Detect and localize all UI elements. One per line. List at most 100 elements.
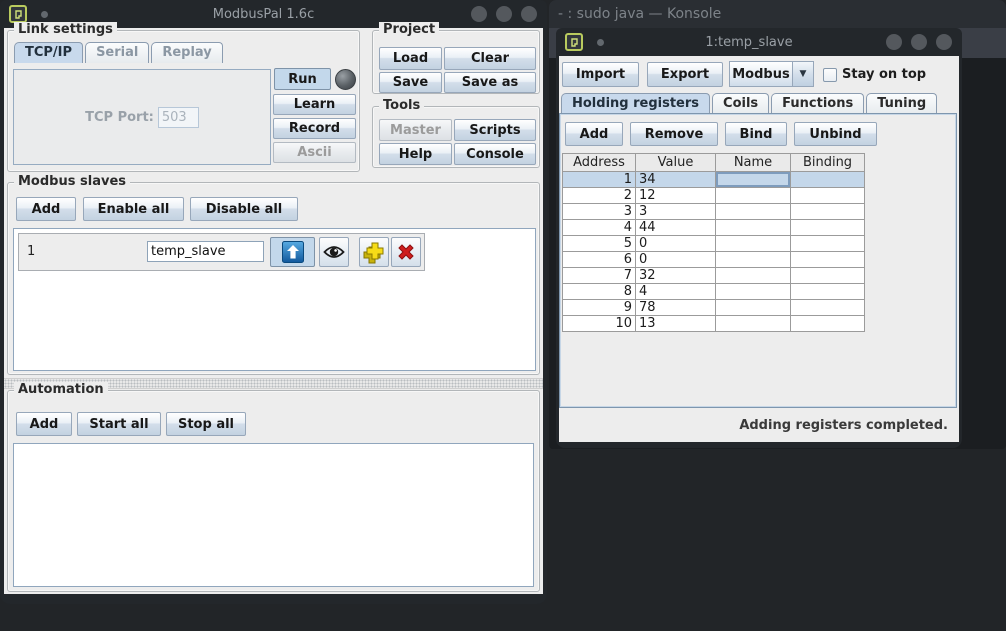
disable-all-button[interactable]: Disable all	[190, 197, 298, 221]
register-add-button[interactable]: Add	[565, 122, 623, 146]
close-button[interactable]	[521, 6, 537, 22]
cell-name[interactable]	[716, 172, 791, 188]
cell-value[interactable]: 78	[636, 300, 716, 316]
save-as-button[interactable]: Save as	[444, 72, 536, 93]
cell-binding[interactable]	[791, 300, 865, 316]
table-row[interactable]: 8 4	[563, 284, 865, 300]
cell-binding[interactable]	[791, 284, 865, 300]
temp-slave-titlebar[interactable]: 1:temp_slave	[556, 28, 962, 56]
slave-enable-toggle[interactable]	[270, 237, 315, 267]
run-toggle-button[interactable]: Run	[274, 68, 331, 90]
cell-name[interactable]	[716, 236, 791, 252]
learn-button[interactable]: Learn	[273, 94, 356, 115]
tab-tcpip[interactable]: TCP/IP	[14, 42, 83, 63]
record-button[interactable]: Record	[273, 118, 356, 139]
slave-row[interactable]: 1	[18, 233, 425, 271]
column-header-value[interactable]: Value	[636, 154, 716, 172]
table-row[interactable]: 7 32	[563, 268, 865, 284]
cell-value[interactable]: 0	[636, 252, 716, 268]
table-row[interactable]: 1 34	[563, 172, 865, 188]
cell-value[interactable]: 44	[636, 220, 716, 236]
cell-value[interactable]: 3	[636, 204, 716, 220]
save-button[interactable]: Save	[379, 72, 442, 93]
register-unbind-button[interactable]: Unbind	[794, 122, 877, 146]
tab-functions[interactable]: Functions	[771, 93, 864, 114]
clear-button[interactable]: Clear	[444, 47, 536, 70]
cell-address[interactable]: 7	[563, 268, 636, 284]
cell-value[interactable]: 32	[636, 268, 716, 284]
stop-all-button[interactable]: Stop all	[166, 412, 246, 436]
register-remove-button[interactable]: Remove	[630, 122, 718, 146]
chevron-down-icon[interactable]: ▼	[793, 61, 814, 87]
tcp-port-field[interactable]	[158, 107, 199, 128]
cell-binding[interactable]	[791, 316, 865, 332]
cell-binding[interactable]	[791, 204, 865, 220]
tab-replay[interactable]: Replay	[151, 42, 222, 63]
cell-value[interactable]: 0	[636, 236, 716, 252]
tab-serial[interactable]: Serial	[85, 42, 149, 63]
java-app-icon[interactable]	[9, 5, 27, 23]
table-row[interactable]: 3 3	[563, 204, 865, 220]
slaves-add-button[interactable]: Add	[16, 197, 76, 221]
column-header-binding[interactable]: Binding	[791, 154, 865, 172]
column-header-address[interactable]: Address	[563, 154, 636, 172]
cell-name[interactable]	[716, 220, 791, 236]
cell-address[interactable]: 8	[563, 284, 636, 300]
cell-value[interactable]: 34	[636, 172, 716, 188]
cell-name[interactable]	[716, 252, 791, 268]
tab-holding-registers[interactable]: Holding registers	[561, 93, 710, 114]
maximize-button[interactable]	[911, 34, 927, 50]
cell-name[interactable]	[716, 300, 791, 316]
cell-address[interactable]: 10	[563, 316, 636, 332]
table-row[interactable]: 4 44	[563, 220, 865, 236]
register-bind-button[interactable]: Bind	[725, 122, 787, 146]
cell-value[interactable]: 13	[636, 316, 716, 332]
slave-view-button[interactable]	[319, 237, 349, 267]
table-row[interactable]: 9 78	[563, 300, 865, 316]
export-button[interactable]: Export	[647, 62, 723, 87]
cell-address[interactable]: 3	[563, 204, 636, 220]
cell-binding[interactable]	[791, 172, 865, 188]
table-row[interactable]: 6 0	[563, 252, 865, 268]
cell-binding[interactable]	[791, 236, 865, 252]
enable-all-button[interactable]: Enable all	[83, 197, 184, 221]
cell-binding[interactable]	[791, 188, 865, 204]
cell-value[interactable]: 12	[636, 188, 716, 204]
stay-on-top-checkbox[interactable]	[823, 68, 837, 82]
table-row[interactable]: 10 13	[563, 316, 865, 332]
tab-coils[interactable]: Coils	[712, 93, 769, 114]
slave-duplicate-button[interactable]	[359, 237, 389, 267]
cell-name[interactable]	[716, 188, 791, 204]
minimize-button[interactable]	[886, 34, 902, 50]
cell-value[interactable]: 4	[636, 284, 716, 300]
cell-address[interactable]: 5	[563, 236, 636, 252]
protocol-combobox[interactable]: Modbus ▼	[729, 61, 814, 87]
cell-name[interactable]	[716, 284, 791, 300]
column-header-name[interactable]: Name	[716, 154, 791, 172]
help-button[interactable]: Help	[379, 143, 452, 165]
cell-address[interactable]: 6	[563, 252, 636, 268]
cell-binding[interactable]	[791, 252, 865, 268]
table-row[interactable]: 2 12	[563, 188, 865, 204]
cell-binding[interactable]	[791, 268, 865, 284]
cell-address[interactable]: 1	[563, 172, 636, 188]
cell-address[interactable]: 4	[563, 220, 636, 236]
maximize-button[interactable]	[496, 6, 512, 22]
cell-name[interactable]	[716, 204, 791, 220]
close-button[interactable]	[936, 34, 952, 50]
cell-binding[interactable]	[791, 220, 865, 236]
slave-name-field[interactable]	[147, 241, 264, 262]
automation-add-button[interactable]: Add	[16, 412, 72, 436]
import-button[interactable]: Import	[562, 62, 639, 87]
load-button[interactable]: Load	[379, 47, 442, 70]
start-all-button[interactable]: Start all	[77, 412, 161, 436]
table-row[interactable]: 5 0	[563, 236, 865, 252]
minimize-button[interactable]	[471, 6, 487, 22]
cell-address[interactable]: 2	[563, 188, 636, 204]
scripts-button[interactable]: Scripts	[454, 119, 536, 141]
cell-address[interactable]: 9	[563, 300, 636, 316]
console-button[interactable]: Console	[454, 143, 536, 165]
konsole-titlebar[interactable]: - : sudo java — Konsole	[549, 0, 1006, 28]
tab-tuning[interactable]: Tuning	[866, 93, 937, 114]
slave-delete-button[interactable]	[391, 237, 421, 267]
